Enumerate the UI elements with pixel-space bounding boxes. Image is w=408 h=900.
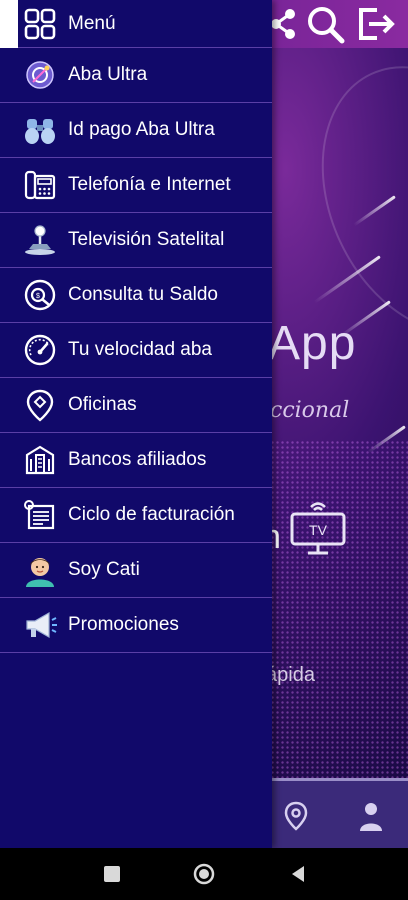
menu-item-promociones[interactable]: Promociones: [0, 598, 272, 653]
balance-check-icon: $: [22, 277, 58, 313]
back-icon[interactable]: [286, 862, 310, 886]
home-icon[interactable]: [192, 862, 216, 886]
svg-text:$: $: [36, 293, 40, 300]
menu-item-id-pago-aba-ultra[interactable]: Id pago Aba Ultra: [0, 103, 272, 158]
drawer-edge-highlight: [0, 0, 18, 48]
exit-icon[interactable]: [355, 4, 395, 44]
background-subtitle: ccional: [270, 398, 350, 423]
menu-item-label: Id pago Aba Ultra: [68, 119, 215, 140]
navigation-drawer: Menú Aba Ultra Id pago Aba Ultra Telefon…: [0, 0, 272, 848]
menu-item-ciclo-facturacion[interactable]: Ciclo de facturación: [0, 488, 272, 543]
location-pin-icon[interactable]: [283, 801, 309, 831]
menu-item-telefonia-internet[interactable]: Telefonía e Internet: [0, 158, 272, 213]
menu-item-label: Tu velocidad aba: [68, 339, 213, 360]
menu-item-aba-ultra[interactable]: Aba Ultra: [0, 48, 272, 103]
background-app-title: App: [268, 317, 357, 370]
menu-item-television-satelital[interactable]: Televisión Satelital: [0, 213, 272, 268]
menu-item-label: Aba Ultra: [68, 64, 148, 85]
tv-icon-label: TV: [309, 522, 328, 538]
drawer-header-label: Menú: [68, 12, 116, 34]
menu-item-label: Televisión Satelital: [68, 229, 225, 250]
megaphone-icon: [22, 607, 58, 643]
drawer-header-menu[interactable]: Menú: [0, 0, 272, 48]
menu-item-soy-cati[interactable]: Soy Cati: [0, 543, 272, 598]
menu-item-label: Telefonía e Internet: [68, 174, 231, 195]
phone-fax-icon: [22, 167, 58, 203]
aba-ultra-icon: [22, 57, 58, 93]
menu-item-label: Consulta tu Saldo: [68, 284, 218, 305]
assistant-avatar-icon: [22, 552, 58, 588]
menu-item-label: Bancos afiliados: [68, 449, 207, 470]
speedometer-icon: [22, 332, 58, 368]
tv-icon[interactable]: TV: [288, 498, 348, 558]
menu-item-label: Oficinas: [68, 394, 137, 415]
billing-receipt-icon: [22, 497, 58, 533]
grid-menu-icon: [22, 6, 58, 42]
menu-item-label: Promociones: [68, 614, 179, 635]
recent-apps-icon[interactable]: [100, 862, 124, 886]
bank-building-icon: [22, 442, 58, 478]
search-icon[interactable]: [305, 4, 345, 44]
menu-item-consulta-saldo[interactable]: $ Consulta tu Saldo: [0, 268, 272, 323]
menu-item-bancos-afiliados[interactable]: Bancos afiliados: [0, 433, 272, 488]
location-pin-icon: [22, 387, 58, 423]
satellite-dish-icon: [22, 222, 58, 258]
binoculars-icon: [22, 112, 58, 148]
background-text-fragment: ápida: [266, 664, 315, 686]
menu-item-velocidad-aba[interactable]: Tu velocidad aba: [0, 323, 272, 378]
menu-item-oficinas[interactable]: Oficinas: [0, 378, 272, 433]
system-navigation-bar: [0, 848, 408, 900]
menu-item-label: Soy Cati: [68, 559, 140, 580]
menu-item-label: Ciclo de facturación: [68, 504, 235, 525]
user-icon[interactable]: [358, 801, 384, 831]
